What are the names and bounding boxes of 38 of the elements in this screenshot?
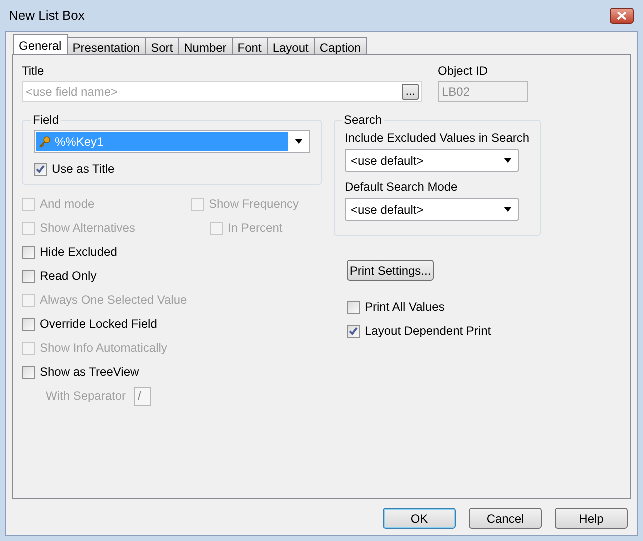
key-icon [39, 136, 51, 148]
checkbox[interactable]: Show as TreeView [22, 360, 334, 384]
window-title: New List Box [9, 7, 85, 26]
checkbox[interactable]: Use as Title [34, 157, 310, 181]
field-label: Object ID [438, 63, 490, 76]
checkmark-icon [349, 326, 358, 336]
dropdown-caret-icon [504, 207, 512, 212]
dialog-button[interactable]: Help [555, 508, 628, 529]
tab[interactable]: Number [178, 37, 233, 54]
dialog-button[interactable]: Cancel [469, 508, 542, 529]
tab[interactable]: General [13, 34, 68, 54]
close-button[interactable] [610, 8, 634, 24]
close-icon [617, 12, 627, 20]
checkbox[interactable]: Layout Dependent Print [347, 319, 541, 343]
checkbox[interactable]: Read Only [22, 264, 334, 288]
checkbox[interactable]: Override Locked Field [22, 312, 334, 336]
dropdown-caret-icon [504, 158, 512, 163]
checkbox[interactable]: Print All Values [347, 295, 541, 319]
print-settings-button[interactable]: Print Settings... [347, 260, 434, 281]
group-label: Field [32, 112, 60, 129]
separator-label: With Separator [46, 388, 126, 405]
tab[interactable]: Caption [314, 37, 368, 54]
field-label: Include Excluded Values in Search [345, 130, 530, 143]
checkbox[interactable]: Hide Excluded [22, 240, 334, 264]
field-label: Title [22, 63, 46, 76]
tab[interactable]: Layout [266, 37, 315, 54]
tab[interactable]: Presentation [66, 37, 146, 54]
dropdown-caret-icon [295, 139, 303, 144]
dropdown[interactable]: <use default> [345, 149, 519, 172]
title-field[interactable]: <use field name> ... [22, 81, 422, 102]
browse-button[interactable]: ... [402, 84, 419, 100]
checkmark-icon [36, 164, 45, 174]
dialog-button[interactable]: OK [383, 508, 456, 529]
dropdown[interactable]: <use default> [345, 198, 519, 221]
field-label: Default Search Mode [345, 179, 459, 192]
tab[interactable]: Sort [145, 37, 180, 54]
group-label: Search [343, 112, 384, 129]
tab[interactable]: Font [232, 37, 268, 54]
